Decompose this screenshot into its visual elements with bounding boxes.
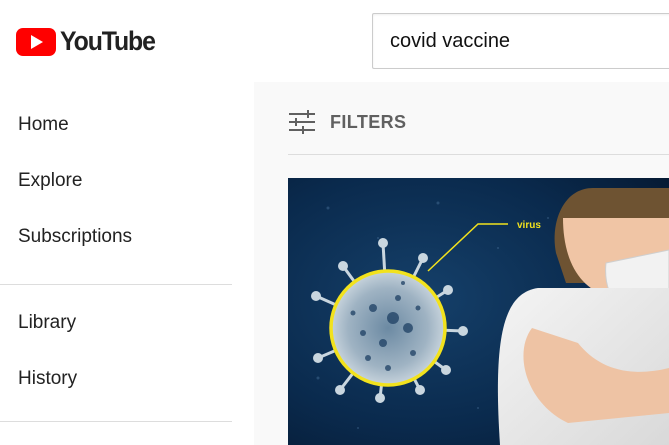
sidebar-item-home[interactable]: Home (0, 97, 232, 153)
video-thumbnail[interactable]: virus (288, 178, 669, 445)
filters-button[interactable]: FILTERS (288, 110, 406, 134)
sidebar-item-label: Home (18, 114, 69, 135)
sidebar-item-subscriptions[interactable]: Subscriptions (0, 209, 232, 265)
sidebar-item-label: Explore (18, 170, 83, 191)
sidebar-item-label: Library (18, 312, 77, 333)
sidebar-divider (0, 421, 232, 422)
filters-divider (288, 154, 669, 155)
top-bar: YouTube (0, 0, 669, 82)
thumbnail-image: virus (288, 178, 669, 445)
sidebar-item-label: History (18, 368, 78, 389)
sidebar-item-history[interactable]: History (0, 351, 232, 407)
logo-text: YouTube (60, 26, 156, 56)
sliders-icon (289, 110, 315, 134)
youtube-logo[interactable]: YouTube (16, 26, 163, 57)
youtube-play-icon (16, 27, 56, 56)
sidebar-item-label: Subscriptions (18, 226, 133, 247)
sidebar: Home Explore Subscriptions Library Histo… (0, 82, 254, 445)
results-area: FILTERS virus (254, 82, 669, 445)
sidebar-item-explore[interactable]: Explore (0, 153, 232, 209)
sidebar-divider (0, 284, 232, 285)
filters-label: FILTERS (330, 111, 407, 132)
sidebar-item-library[interactable]: Library (0, 295, 232, 351)
search-box[interactable] (372, 13, 669, 69)
search-input[interactable] (390, 24, 660, 58)
virus-annotation-label: virus (517, 220, 541, 231)
